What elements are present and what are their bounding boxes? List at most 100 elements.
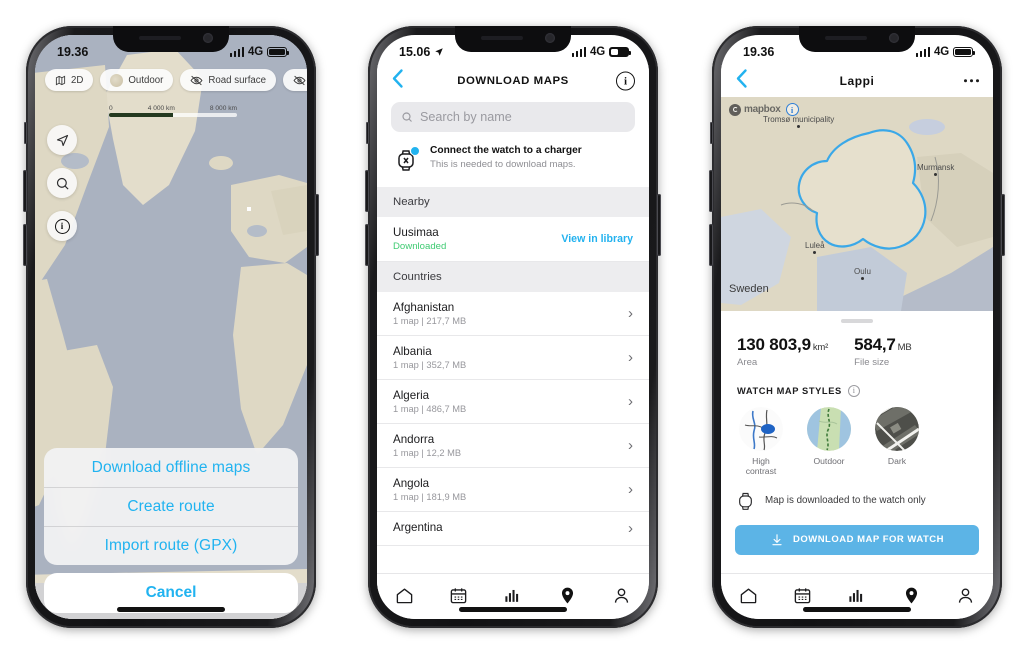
- back-button[interactable]: [391, 69, 404, 94]
- map-label: Tromsø municipality: [763, 115, 834, 128]
- style-option-high-contrast[interactable]: High contrast: [737, 406, 785, 477]
- home-indicator: [803, 607, 911, 612]
- phone2-screen: 15.06 4G DOWNLOAD MAPS i Search by name …: [377, 35, 649, 619]
- info-button[interactable]: i: [616, 71, 635, 91]
- earpiece-speaker: [139, 36, 181, 40]
- power-button[interactable]: [657, 194, 661, 256]
- view-in-library-link[interactable]: View in library: [561, 233, 633, 245]
- style-thumbnail: [739, 406, 783, 451]
- screenshot-stage: 19.36 4G 2D Outdoor Road surface 0 4 000…: [0, 0, 1024, 654]
- style-label: Outdoor: [813, 455, 845, 466]
- battery-icon: [609, 46, 632, 58]
- action-import-route-gpx[interactable]: Import route (GPX): [44, 526, 298, 565]
- chip-heatmap[interactable]: Hea: [283, 69, 307, 91]
- style-option-outdoor[interactable]: Outdoor: [805, 406, 853, 477]
- download-icon: [772, 534, 782, 546]
- phone-mockup-download-maps: 15.06 4G DOWNLOAD MAPS i Search by name …: [365, 26, 661, 628]
- search-icon: [402, 112, 412, 122]
- tab-home[interactable]: [731, 583, 765, 607]
- chip-road-surface[interactable]: Road surface: [180, 69, 277, 91]
- locate-button[interactable]: [47, 125, 77, 155]
- tab-map[interactable]: [894, 583, 928, 607]
- volume-up-button[interactable]: [709, 170, 713, 212]
- tab-stats[interactable]: [496, 583, 530, 607]
- watch-note-text: Map is downloaded to the watch only: [765, 495, 926, 507]
- front-camera: [889, 33, 899, 43]
- row-name: Albania: [393, 345, 432, 358]
- map-3d-icon: [55, 75, 66, 85]
- mute-switch[interactable]: [366, 122, 369, 144]
- back-button[interactable]: [735, 69, 748, 94]
- style-option-dark[interactable]: Dark: [873, 406, 921, 477]
- row-sub: 1 map | 486,7 MB: [393, 404, 467, 414]
- info-icon[interactable]: i: [847, 384, 860, 397]
- front-camera: [203, 33, 213, 43]
- tab-calendar[interactable]: [786, 583, 820, 607]
- sheet-grabber[interactable]: [841, 319, 873, 323]
- chip-2d[interactable]: 2D: [45, 69, 94, 91]
- download-map-button[interactable]: DOWNLOAD MAP FOR WATCH: [735, 524, 979, 555]
- nav-bar: Lappi: [721, 65, 993, 97]
- region-detail-card: 130 803,9 km² Area 584,7 MB File size WATC…: [721, 311, 993, 555]
- tab-map[interactable]: [550, 583, 584, 607]
- list-item[interactable]: Afghanistan 1 map | 217,7 MB ›: [377, 292, 649, 336]
- battery-icon: [953, 46, 976, 58]
- page-title: DOWNLOAD MAPS: [457, 75, 569, 87]
- tab-profile[interactable]: [949, 583, 983, 607]
- more-options-icon: [963, 79, 968, 83]
- region-map[interactable]: mapbox i Tromsø municipality Murmansk Lu…: [721, 97, 993, 311]
- map-info-button[interactable]: i: [47, 211, 77, 241]
- list-item[interactable]: Albania 1 map | 352,7 MB ›: [377, 336, 649, 380]
- search-input[interactable]: Search by name: [391, 102, 635, 132]
- page-title: Lappi: [839, 74, 875, 88]
- mute-switch[interactable]: [710, 122, 713, 144]
- chip-label: Road surface: [208, 74, 267, 86]
- row-name: Uusimaa: [393, 226, 439, 239]
- chip-outdoor[interactable]: Outdoor: [100, 69, 174, 91]
- tab-home[interactable]: [387, 583, 421, 607]
- list-item[interactable]: Argentina ›: [377, 512, 649, 546]
- tab-profile[interactable]: [605, 583, 639, 607]
- map-scale-bar: [109, 113, 237, 117]
- map-scale-labels: 0 4 000 km 8 000 km: [109, 105, 237, 112]
- eye-off-icon: [190, 75, 203, 85]
- tab-calendar[interactable]: [442, 583, 476, 607]
- mute-switch[interactable]: [24, 122, 27, 144]
- chevron-right-icon: ›: [628, 520, 633, 537]
- section-header-countries: Countries: [377, 262, 649, 292]
- map-pin-icon: [905, 587, 917, 603]
- signal-icon: [229, 47, 245, 57]
- charger-notice: Connect the watch to a charger This is n…: [377, 132, 649, 187]
- more-options-button[interactable]: [963, 79, 979, 83]
- row-status: Downloaded: [393, 241, 447, 252]
- volume-down-button[interactable]: [23, 224, 27, 266]
- status-right: 4G: [571, 46, 632, 58]
- action-create-route[interactable]: Create route: [44, 487, 298, 526]
- maps-list[interactable]: Nearby Uusimaa Downloaded View in librar…: [377, 187, 649, 546]
- area-unit: km²: [812, 341, 829, 353]
- power-button[interactable]: [1001, 194, 1005, 256]
- action-download-offline-maps[interactable]: Download offline maps: [44, 448, 298, 487]
- list-item[interactable]: Andorra 1 map | 12,2 MB ›: [377, 424, 649, 468]
- volume-down-button[interactable]: [365, 224, 369, 266]
- stat-label: File size: [854, 356, 890, 368]
- watch-charger-icon: [393, 146, 420, 173]
- volume-down-button[interactable]: [709, 224, 713, 266]
- row-main: Andorra 1 map | 12,2 MB: [393, 433, 461, 458]
- tab-stats[interactable]: [840, 583, 874, 607]
- signal-icon: [915, 47, 931, 57]
- list-item[interactable]: Angola 1 map | 181,9 MB ›: [377, 468, 649, 512]
- map-search-button[interactable]: [47, 168, 77, 198]
- earpiece-speaker: [825, 36, 867, 40]
- list-item[interactable]: Algeria 1 map | 486,7 MB ›: [377, 380, 649, 424]
- row-sub: 1 map | 217,7 MB: [393, 316, 467, 326]
- list-item[interactable]: Uusimaa Downloaded View in library: [377, 217, 649, 262]
- volume-up-button[interactable]: [365, 170, 369, 212]
- status-time: 15.06: [399, 45, 431, 59]
- status-left: 19.36: [743, 45, 774, 59]
- volume-up-button[interactable]: [23, 170, 27, 212]
- mapbox-attribution[interactable]: mapbox i: [729, 103, 799, 116]
- power-button[interactable]: [315, 194, 319, 256]
- phone-mockup-map: 19.36 4G 2D Outdoor Road surface 0 4 000…: [23, 26, 319, 628]
- map-info-icon[interactable]: i: [785, 103, 799, 116]
